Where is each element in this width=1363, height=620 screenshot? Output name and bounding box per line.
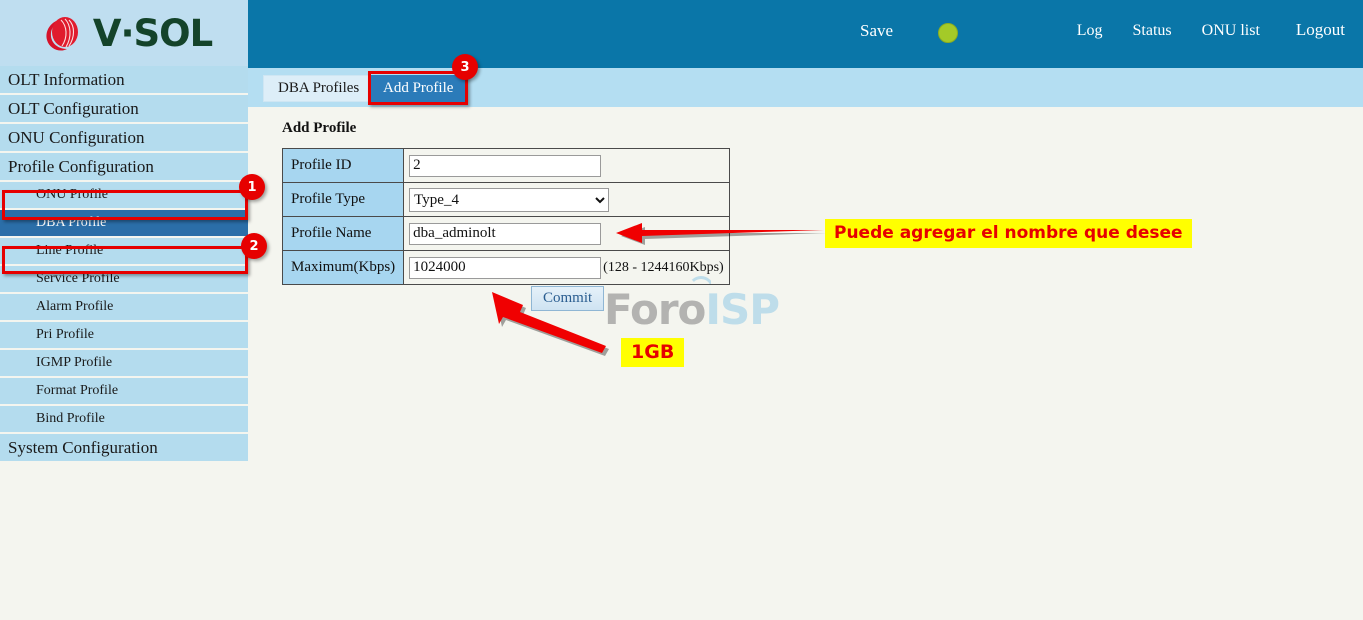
sidebar-item-bind-profile[interactable]: Bind Profile — [0, 406, 248, 432]
sidebar-item-olt-information[interactable]: OLT Information — [0, 66, 248, 93]
main-content: Add Profile Profile ID Profile Type Type… — [248, 107, 1363, 620]
sidebar-item-format-profile[interactable]: Format Profile — [0, 378, 248, 404]
arrow-to-commit-button — [492, 292, 609, 356]
highlight-box-profile-configuration — [2, 190, 248, 220]
maximum-kbps-input[interactable] — [409, 256, 602, 279]
tab-dba-profiles[interactable]: DBA Profiles — [263, 75, 375, 102]
label-profile-id: Profile ID — [281, 148, 405, 183]
table-row: Profile Type Type_4 — [281, 182, 730, 217]
table-row: Profile ID — [281, 148, 730, 183]
sidebar-item-olt-configuration[interactable]: OLT Configuration — [0, 95, 248, 122]
logout-link[interactable]: Logout — [1296, 20, 1345, 39]
vsol-flame-logo-icon — [40, 10, 86, 56]
add-profile-form: Profile ID Profile Type Type_4 Profile N… — [281, 148, 730, 285]
table-row: Maximum(Kbps) (128 - 1244160Kbps) — [281, 250, 730, 285]
step-badge-2: 2 — [241, 233, 267, 259]
label-profile-type: Profile Type — [281, 182, 405, 217]
profile-name-input[interactable] — [409, 222, 602, 245]
brand-name: V·SOL — [92, 11, 213, 55]
profile-type-select[interactable]: Type_4 — [409, 187, 610, 212]
top-navigation: Log Status ONU list Logout — [1051, 20, 1345, 40]
cell-profile-type: Type_4 — [403, 182, 730, 217]
watermark-text-isp: ISP — [705, 285, 780, 334]
sidebar-item-pri-profile[interactable]: Pri Profile — [0, 322, 248, 348]
note-bandwidth-size: 1GB — [621, 338, 685, 367]
page-title: Add Profile — [282, 120, 357, 136]
green-status-dot-icon — [938, 23, 958, 43]
foroisp-watermark: ForoISP — [604, 276, 780, 334]
step-badge-3: 3 — [452, 54, 478, 80]
arrow-to-profile-name — [616, 223, 827, 245]
nav-status-link[interactable]: Status — [1133, 22, 1172, 39]
highlight-box-add-profile-tab — [368, 71, 468, 105]
save-button[interactable]: Save — [860, 21, 893, 41]
note-profile-name: Puede agregar el nombre que desee — [825, 219, 1192, 248]
step-badge-1: 1 — [239, 174, 265, 200]
sidebar-item-onu-configuration[interactable]: ONU Configuration — [0, 124, 248, 151]
profile-id-input[interactable] — [409, 154, 602, 177]
highlight-box-dba-profile — [2, 246, 248, 274]
label-profile-name: Profile Name — [281, 216, 405, 251]
watermark-text-foro: Foro — [604, 285, 706, 334]
sidebar-item-system-configuration[interactable]: System Configuration — [0, 434, 248, 461]
brand-logo-area: V·SOL — [0, 0, 248, 66]
nav-log-link[interactable]: Log — [1077, 22, 1103, 39]
maximum-range-hint: (128 - 1244160Kbps) — [603, 260, 724, 275]
cell-profile-id — [403, 148, 730, 183]
label-maximum-kbps: Maximum(Kbps) — [281, 250, 405, 285]
sidebar-item-profile-configuration[interactable]: Profile Configuration — [0, 153, 248, 180]
nav-onu-list-link[interactable]: ONU list — [1202, 22, 1260, 39]
onu-management-page: V·SOL Save Log Status ONU list Logout DB… — [0, 0, 1363, 620]
cell-maximum-kbps: (128 - 1244160Kbps) — [403, 250, 730, 285]
top-header-bar: Save Log Status ONU list Logout — [248, 0, 1363, 66]
sidebar-item-igmp-profile[interactable]: IGMP Profile — [0, 350, 248, 376]
sidebar-item-alarm-profile[interactable]: Alarm Profile — [0, 294, 248, 320]
